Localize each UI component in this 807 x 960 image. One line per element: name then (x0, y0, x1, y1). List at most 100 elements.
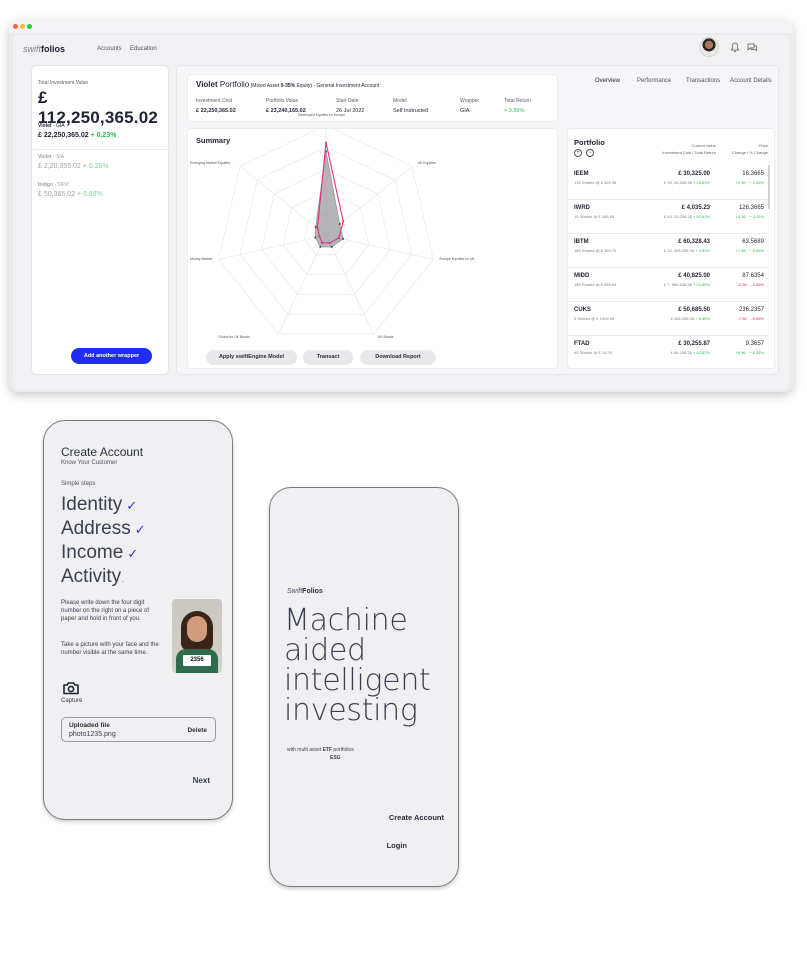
app-logo[interactable]: swiftfolios (23, 44, 65, 54)
holding-shares: 15 Shares @ £ 289.65 (574, 214, 615, 219)
holding-current-value: £ 4,035.23 (681, 205, 710, 211)
total-return-label: Total Return (504, 98, 531, 104)
radar-point (325, 141, 327, 144)
holding-row[interactable]: IBTM 165 Shares @ £ 369.75 £ 60,328.43 £ 10… (568, 235, 768, 268)
radar-point (316, 227, 319, 230)
step-income[interactable]: Income ✓ (61, 542, 138, 564)
next-button[interactable]: Next (193, 776, 210, 785)
wrapper-name: Indigo - SIPP (38, 182, 69, 188)
radar-axis-label: Money Market (190, 257, 213, 262)
holding-ticker: CUKS (574, 307, 592, 313)
portfolio-scrollbar[interactable] (768, 165, 770, 209)
holding-row[interactable]: IEEM 135 Shares @ £ 159.35 £ 30,325.00 £ 90… (568, 167, 768, 200)
summary-card: Summary Developed Equities ex Europe UK E… (187, 113, 558, 369)
radar-point (321, 241, 324, 244)
delete-file-button[interactable]: Delete (187, 727, 207, 734)
logo-prefix: swift (23, 44, 41, 54)
holding-change: +2.36 · + 2.65% (735, 180, 764, 185)
tab-performance[interactable]: Performance (637, 78, 671, 84)
radar-point (314, 236, 317, 239)
holding-row[interactable]: IWRD 15 Shares @ £ 289.65 £ 4,035.23 £ 63, … (568, 201, 768, 234)
tab-transactions[interactable]: Transactions (686, 78, 720, 84)
wrapper-item[interactable]: Violet - GIA £ 22,250,365.02 + 0.23% (32, 123, 170, 150)
holding-shares: 165 Shares @ £ 369.75 (574, 248, 617, 253)
wrapper-item[interactable]: Violet - SIA £ 2,20,355.02 + 0.25% (32, 154, 170, 170)
close-window-dot[interactable] (13, 24, 18, 29)
landing-phone-screen: SwiftFolios Machine aided intelligent in… (269, 487, 459, 887)
top-navigation: swiftfolios Accounts Education (13, 35, 789, 65)
holding-cost-return: £ 10, 366,256.36 + 3.83% (664, 248, 710, 253)
holding-cost-return: £ 366,256.36 + 8.85% (670, 316, 710, 321)
holding-shares: 135 Shares @ £ 159.35 (574, 180, 617, 185)
create-account-button[interactable]: Create Account (389, 813, 444, 822)
portfolio-value-label: Portfolio Value (266, 98, 299, 104)
collapse-all-icon[interactable]: − (586, 149, 594, 157)
holding-price: 9.3657 (745, 341, 764, 347)
radar-point (314, 225, 317, 228)
holding-change: +4.36 · + 3.25% (735, 214, 764, 219)
take-picture-instructions: Take a picture with your face and the nu… (61, 642, 159, 656)
hero-line: aided (284, 633, 366, 668)
tab-account-details[interactable]: Account Details (730, 78, 772, 84)
holding-change: +7.58 · + 6.65% (735, 248, 764, 253)
login-button[interactable]: Login (387, 841, 407, 850)
pending-dot-icon: . (121, 573, 125, 585)
price-header: Price (758, 143, 768, 148)
paper-number: 2356 (183, 655, 211, 666)
portfolio-card: Portfolio + − Current Value Investment C… (567, 128, 775, 369)
check-icon: ✓ (127, 546, 139, 561)
holding-cost-return: £ 7, 586,636.36 + 93.85% (664, 282, 710, 287)
check-icon: ✓ (126, 498, 138, 513)
current-value-header: Current Value (691, 143, 716, 148)
wrapper-name: Violet - SIA (38, 154, 65, 160)
logo-suffix: folios (41, 44, 65, 54)
holding-current-value: £ 30,255.87 (678, 341, 710, 347)
radar-point (319, 245, 322, 248)
minimize-window-dot[interactable] (20, 24, 25, 29)
transact-button[interactable]: Transact (303, 350, 353, 365)
chat-icon[interactable] (746, 42, 758, 54)
holding-row[interactable]: CUKS 5 Shares @ £ 1009.65 £ 50,685.50 £ 366… (568, 303, 768, 336)
add-wrapper-button[interactable]: Add another wrapper (71, 348, 152, 364)
radar-axis-label: UK Bonds (377, 335, 394, 340)
total-investment-value: £ 112,250,365.02 (38, 88, 159, 127)
step-activity[interactable]: Activity. (61, 566, 124, 588)
kyc-subtitle: Know Your Customer (61, 460, 118, 466)
holding-row[interactable]: MIDD 185 Shares @ £ 639.65 £ 40,825.00 £ 7,… (568, 269, 768, 302)
holding-current-value: £ 30,325.00 (678, 171, 710, 177)
wrapper-value: £ 2,20,355.02 + 0.25% (38, 163, 109, 170)
radar-series-polygon (314, 151, 344, 248)
uploaded-file-box: Uploaded file photo1235.png Delete (61, 717, 216, 742)
holding-cost-return: £ 66,256.36 + 63.82% (670, 350, 710, 355)
holding-shares: 65 Shares @ £ 19.25 (574, 350, 612, 355)
hero-line: intelligent (284, 663, 431, 698)
radar-spoke (278, 234, 327, 335)
uploaded-file-name: photo1235.png (69, 731, 116, 738)
holding-row[interactable]: FTAD 65 Shares @ £ 19.25 £ 30,255.87 £ 66,2… (568, 337, 768, 368)
nav-link-accounts[interactable]: Accounts (97, 46, 122, 52)
expand-all-icon[interactable]: + (574, 149, 582, 157)
wrapper-name: Violet - GIA (38, 123, 65, 129)
wrapper-item[interactable]: Indigo - SIPP £ 50,365.02 + 0.63% (32, 182, 170, 198)
user-avatar[interactable] (699, 37, 719, 57)
investment-cost-label: Investment Cost (196, 98, 233, 104)
nav-link-education[interactable]: Education (130, 46, 157, 52)
capture-label[interactable]: Capture (61, 698, 82, 704)
holding-change: +8.96 · + 6.35% (735, 350, 764, 355)
camera-icon[interactable] (62, 681, 80, 695)
bell-icon[interactable] (729, 42, 741, 54)
radar-point (342, 237, 345, 240)
step-address[interactable]: Address ✓ (61, 518, 146, 540)
maximize-window-dot[interactable] (27, 24, 32, 29)
holding-price: 16.3665 (742, 171, 764, 177)
step-identity[interactable]: Identity ✓ (61, 494, 137, 516)
radar-point (318, 235, 321, 238)
holding-current-value: £ 60,328.43 (678, 239, 710, 245)
apply-swiftengine-button[interactable]: Apply swiftEngine Model (206, 350, 297, 365)
download-report-button[interactable]: Download Report (360, 350, 436, 365)
allocation-radar-chart (218, 129, 434, 335)
tab-overview[interactable]: Overview (595, 78, 620, 84)
holding-price: 236.2357 (738, 307, 764, 313)
radar-point (342, 220, 345, 223)
holding-price: 87.6354 (742, 273, 764, 279)
